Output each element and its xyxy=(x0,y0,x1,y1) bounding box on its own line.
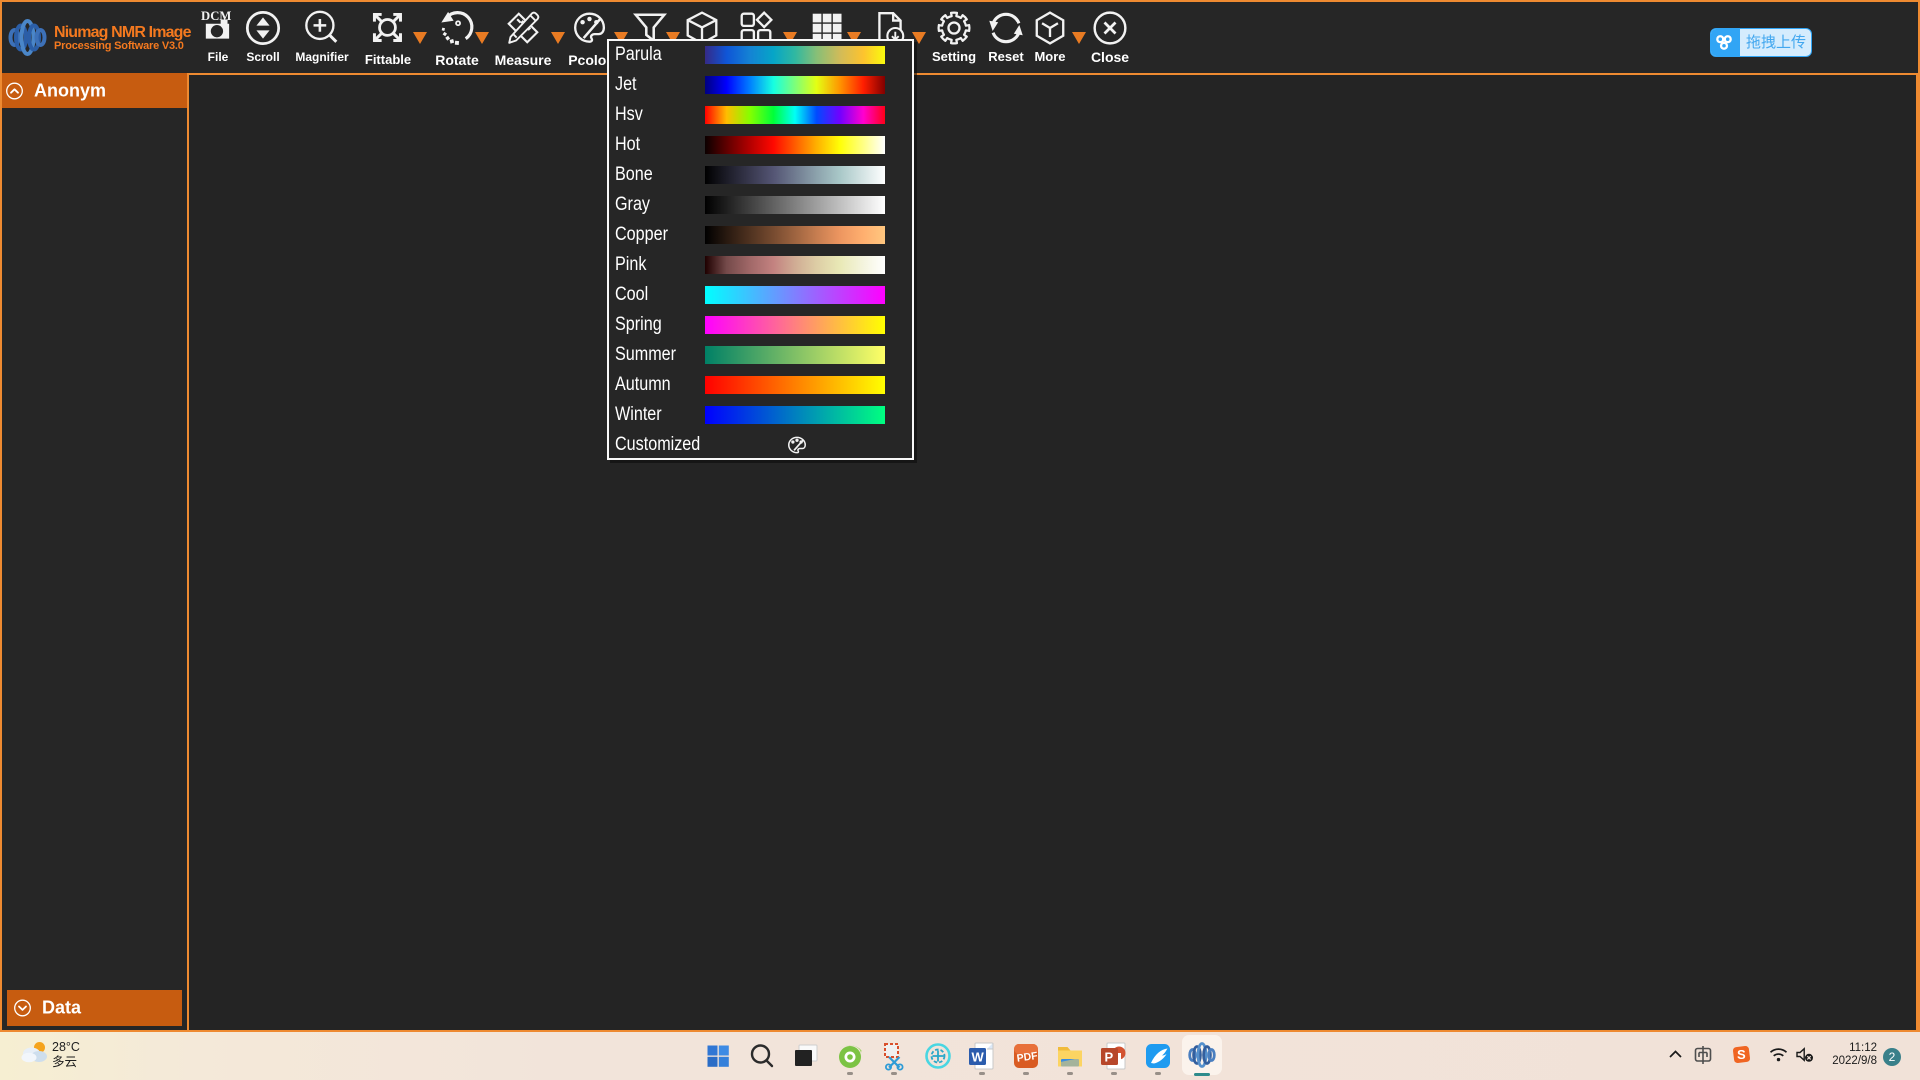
svg-text:S: S xyxy=(1737,1047,1746,1062)
svg-text:W: W xyxy=(972,1050,985,1065)
svg-text:P: P xyxy=(1105,1050,1114,1065)
